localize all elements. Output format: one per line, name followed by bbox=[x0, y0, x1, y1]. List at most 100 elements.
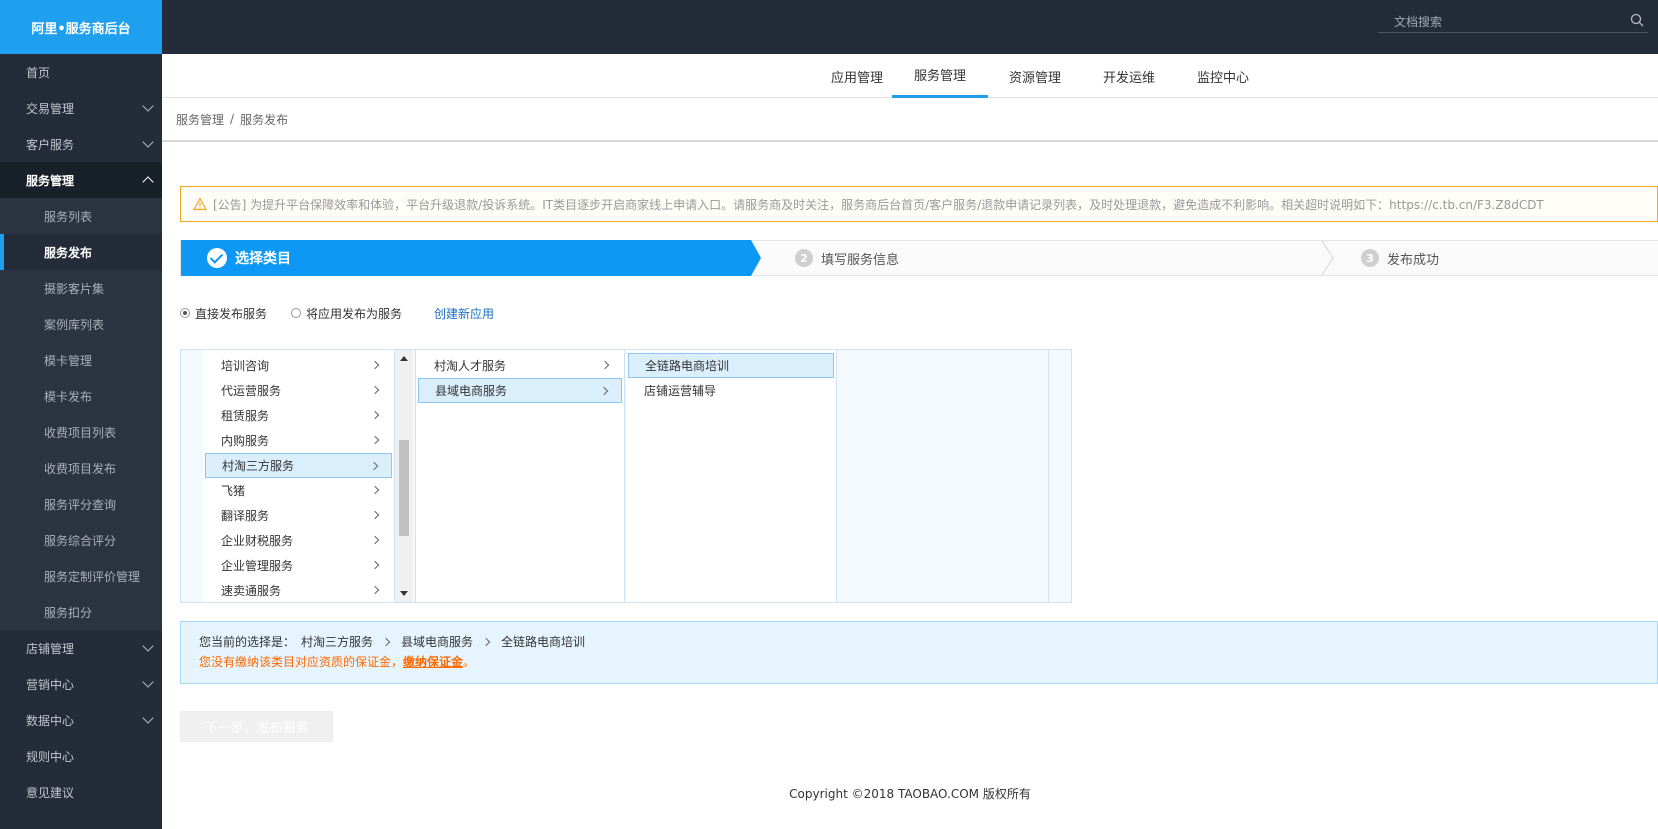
app-logo[interactable]: 阿里•服务商后台 bbox=[0, 0, 162, 54]
scroll-thumb[interactable] bbox=[399, 440, 409, 536]
sidebar-subitem-fee-item-list[interactable]: 收费项目列表 bbox=[0, 414, 162, 450]
chevron-up-icon bbox=[142, 176, 154, 188]
category-item[interactable]: 培训咨询 bbox=[205, 353, 392, 378]
sidebar-subitem-deductions[interactable]: 服务扣分 bbox=[0, 594, 162, 630]
breadcrumb: 服务管理 / 服务发布 bbox=[162, 98, 1658, 142]
chevron-right-icon bbox=[370, 360, 380, 370]
category-item[interactable]: 翻译服务 bbox=[205, 503, 392, 528]
scroll-up-icon[interactable] bbox=[400, 356, 408, 361]
sidebar-item-customer-service[interactable]: 客户服务 bbox=[0, 126, 162, 162]
sidebar-subitem-rating-query[interactable]: 服务评分查询 bbox=[0, 486, 162, 522]
progress-steps: 选择类目 2 填写服务信息 3 发布成功 bbox=[180, 240, 1658, 276]
scroll-down-icon[interactable] bbox=[400, 591, 408, 596]
category-item[interactable]: 租赁服务 bbox=[205, 403, 392, 428]
category-item-selected[interactable]: 村淘三方服务 bbox=[205, 453, 392, 478]
category-column-level2: 村淘人才服务 县域电商服务 bbox=[415, 350, 625, 602]
sidebar-subitem-overall-rating[interactable]: 服务综合评分 bbox=[0, 522, 162, 558]
sidebar: 阿里•服务商后台 首页 交易管理 客户服务 服务管理 服务列表 服务发布 摄影客… bbox=[0, 0, 162, 829]
next-publish-button[interactable]: 下一步，发布服务 bbox=[180, 711, 333, 742]
radio-label: 直接发布服务 bbox=[195, 306, 268, 321]
warning-icon bbox=[193, 197, 207, 211]
step-publish-success: 3 发布成功 bbox=[1361, 241, 1439, 275]
category-column-level1: 培训咨询 代运营服务 租赁服务 内购服务 村淘三方服务 飞猪 翻译服务 企业财税… bbox=[203, 350, 395, 602]
top-bar: 文档搜索 bbox=[162, 0, 1658, 54]
category-label: 全链路电商培训 bbox=[645, 359, 730, 373]
selection-path-item: 村淘三方服务 bbox=[301, 635, 374, 649]
category-column-level3: 全链路电商培训 店铺运营辅导 bbox=[626, 350, 837, 602]
selection-path: 您当前的选择是： 村淘三方服务 县域电商服务 全链路电商培训 bbox=[199, 633, 1639, 650]
category-item[interactable]: 企业管理服务 bbox=[205, 553, 392, 578]
sidebar-subitem-case-library[interactable]: 案例库列表 bbox=[0, 306, 162, 342]
tab-app-management[interactable]: 应用管理 bbox=[810, 54, 904, 98]
sidebar-subitem-service-list[interactable]: 服务列表 bbox=[0, 198, 162, 234]
current-selection-box: 您当前的选择是： 村淘三方服务 县域电商服务 全链路电商培训 您没有缴纳该类目对… bbox=[180, 621, 1658, 684]
deposit-warning: 您没有缴纳该类目对应资质的保证金，缴纳保证金。 bbox=[199, 653, 1639, 670]
chevron-down-icon bbox=[142, 676, 154, 688]
category-label: 租赁服务 bbox=[221, 409, 270, 423]
chevron-right-icon bbox=[481, 637, 491, 646]
category-item[interactable]: 飞猪 bbox=[205, 478, 392, 503]
radio-app-publish[interactable]: 将应用发布为服务 bbox=[291, 305, 402, 322]
sidebar-subitem-photo-album[interactable]: 摄影客片集 bbox=[0, 270, 162, 306]
category-item[interactable]: 速卖通服务 bbox=[205, 578, 392, 603]
sidebar-item-trade[interactable]: 交易管理 bbox=[0, 90, 162, 126]
sidebar-subitem-fee-item-publish[interactable]: 收费项目发布 bbox=[0, 450, 162, 486]
chevron-right-icon bbox=[370, 410, 380, 420]
sidebar-subitem-model-card-management[interactable]: 模卡管理 bbox=[0, 342, 162, 378]
selection-prefix: 您当前的选择是： bbox=[199, 635, 296, 649]
tab-devops[interactable]: 开发运维 bbox=[1082, 54, 1176, 98]
sidebar-item-rules[interactable]: 规则中心 bbox=[0, 738, 162, 774]
category-column-level4 bbox=[838, 350, 1049, 602]
chevron-right-icon bbox=[600, 360, 610, 370]
chevron-down-icon bbox=[142, 640, 154, 652]
sidebar-subitem-model-card-publish[interactable]: 模卡发布 bbox=[0, 378, 162, 414]
category-item[interactable]: 代运营服务 bbox=[205, 378, 392, 403]
category-label: 企业管理服务 bbox=[221, 559, 294, 573]
chevron-right-icon bbox=[381, 637, 391, 646]
category-selector: 培训咨询 代运营服务 租赁服务 内购服务 村淘三方服务 飞猪 翻译服务 企业财税… bbox=[180, 349, 1072, 603]
category-label: 翻译服务 bbox=[221, 509, 270, 523]
sidebar-submenu: 服务列表 服务发布 摄影客片集 案例库列表 模卡管理 模卡发布 收费项目列表 收… bbox=[0, 198, 162, 630]
sidebar-item-data-center[interactable]: 数据中心 bbox=[0, 702, 162, 738]
step-label: 选择类目 bbox=[235, 251, 291, 267]
sidebar-item-feedback[interactable]: 意见建议 bbox=[0, 774, 162, 810]
announcement-banner: [公告] 为提升平台保障效率和体验，平台升级退款/投诉系统。IT类目逐步开启商家… bbox=[180, 186, 1658, 222]
breadcrumb-parent[interactable]: 服务管理 bbox=[176, 111, 224, 128]
tab-service-management[interactable]: 服务管理 bbox=[892, 54, 988, 98]
chevron-right-icon bbox=[370, 585, 380, 595]
publish-mode: 直接发布服务 将应用发布为服务 创建新应用 bbox=[180, 301, 494, 325]
step-number: 3 bbox=[1361, 249, 1379, 267]
category-item[interactable]: 店铺运营辅导 bbox=[628, 378, 834, 403]
category-label: 村淘人才服务 bbox=[434, 359, 507, 373]
radio-checked-icon[interactable] bbox=[180, 308, 190, 318]
sidebar-item-marketing[interactable]: 营销中心 bbox=[0, 666, 162, 702]
search-icon[interactable] bbox=[1630, 13, 1644, 27]
category-item[interactable]: 村淘人才服务 bbox=[418, 353, 622, 378]
sidebar-item-service-management[interactable]: 服务管理 bbox=[0, 162, 162, 198]
chevron-right-icon bbox=[370, 510, 380, 520]
step-select-category: 选择类目 bbox=[181, 240, 761, 276]
sidebar-item-store[interactable]: 店铺管理 bbox=[0, 630, 162, 666]
radio-direct-publish[interactable]: 直接发布服务 bbox=[180, 305, 267, 322]
tab-monitoring[interactable]: 监控中心 bbox=[1176, 54, 1270, 98]
category-item-selected[interactable]: 县域电商服务 bbox=[418, 378, 622, 403]
pay-deposit-link[interactable]: 缴纳保证金 bbox=[403, 655, 463, 669]
tab-resource-management[interactable]: 资源管理 bbox=[988, 54, 1082, 98]
radio-label: 将应用发布为服务 bbox=[306, 306, 403, 321]
category-item[interactable]: 内购服务 bbox=[205, 428, 392, 453]
category-label: 代运营服务 bbox=[221, 384, 282, 398]
doc-search-input[interactable]: 文档搜索 bbox=[1378, 11, 1648, 33]
sidebar-subitem-service-publish[interactable]: 服务发布 bbox=[0, 234, 162, 270]
top-tabs: 应用管理 服务管理 资源管理 开发运维 监控中心 bbox=[162, 54, 1658, 98]
announcement-text: [公告] 为提升平台保障效率和体验，平台升级退款/投诉系统。IT类目逐步开启商家… bbox=[213, 197, 1544, 212]
create-new-app-link[interactable]: 创建新应用 bbox=[434, 305, 494, 322]
sidebar-item-label: 首页 bbox=[26, 65, 51, 80]
category-item[interactable]: 企业财税服务 bbox=[205, 528, 392, 553]
category-item-selected[interactable]: 全链路电商培训 bbox=[628, 353, 834, 378]
selection-path-item: 县域电商服务 bbox=[401, 635, 474, 649]
sidebar-subitem-custom-review[interactable]: 服务定制评价管理 bbox=[0, 558, 162, 594]
category-label: 店铺运营辅导 bbox=[644, 384, 717, 398]
radio-unchecked-icon[interactable] bbox=[291, 308, 302, 318]
sidebar-item-home[interactable]: 首页 bbox=[0, 54, 162, 90]
category-scrollbar[interactable] bbox=[395, 350, 413, 602]
